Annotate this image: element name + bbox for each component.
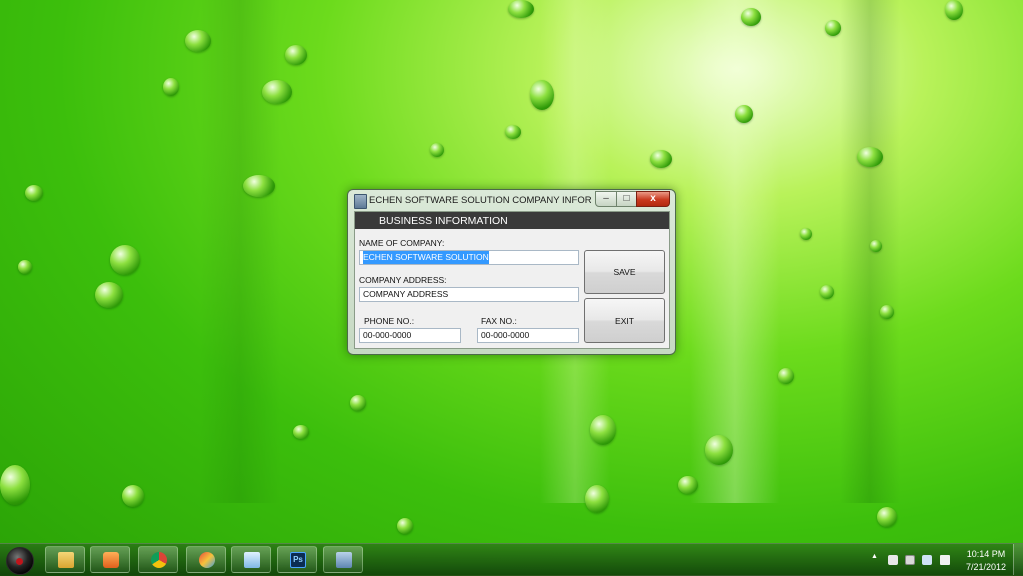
company-info-window[interactable]: ECHEN SOFTWARE SOLUTION COMPANY INFORMAT… <box>347 189 676 355</box>
phone-value: 00-000-0000 <box>363 330 412 340</box>
maximize-icon: □ <box>623 193 630 204</box>
taskbar-item-notepad[interactable] <box>231 546 271 573</box>
phone-label: PHONE NO.: <box>364 316 415 326</box>
water-drop <box>705 435 733 465</box>
water-drop <box>945 0 963 20</box>
water-drop <box>650 150 672 168</box>
company-name-label: NAME OF COMPANY: <box>359 238 445 248</box>
database-app-icon <box>336 552 352 568</box>
company-address-input[interactable]: COMPANY ADDRESS <box>359 287 579 302</box>
chrome-icon <box>151 552 167 568</box>
fax-value: 00-000-0000 <box>481 330 530 340</box>
water-drop <box>185 30 211 52</box>
water-drop <box>350 395 366 411</box>
form-header-title: BUSINESS INFORMATION <box>379 215 508 227</box>
minimize-button[interactable]: – <box>595 191 617 207</box>
water-drop <box>397 518 413 534</box>
show-hidden-icons-button[interactable]: ▲ <box>871 553 878 560</box>
water-drop <box>870 240 882 252</box>
media-player-icon <box>103 552 119 568</box>
company-name-value: ECHEN SOFTWARE SOLUTION <box>363 251 489 264</box>
water-drop <box>508 0 534 18</box>
water-drop <box>25 185 43 201</box>
water-drop <box>163 78 179 96</box>
water-drop <box>262 80 292 104</box>
fax-input[interactable]: 00-000-0000 <box>477 328 579 343</box>
form-panel: BUSINESS INFORMATION NAME OF COMPANY: EC… <box>354 211 670 349</box>
water-drop <box>825 20 841 36</box>
water-drop <box>590 415 616 445</box>
water-drop <box>585 485 609 513</box>
water-drop <box>430 143 444 157</box>
water-drop <box>293 425 309 439</box>
water-drop <box>857 147 883 167</box>
taskbar-item-photoshop[interactable]: Ps <box>277 546 317 573</box>
water-drop <box>122 485 144 507</box>
show-desktop-button[interactable] <box>1013 544 1023 575</box>
window-titlebar[interactable]: ECHEN SOFTWARE SOLUTION COMPANY INFORMAT… <box>348 190 675 211</box>
water-drop <box>877 507 897 527</box>
water-drop <box>110 245 140 275</box>
water-drop <box>735 105 753 123</box>
water-drop <box>820 285 834 299</box>
taskbar: Ps <box>0 543 1023 576</box>
light-ray <box>200 0 280 503</box>
action-center-icon[interactable] <box>888 555 898 565</box>
water-drop <box>800 228 812 240</box>
light-ray <box>690 0 780 503</box>
clock-date[interactable]: 7/21/2012 <box>963 562 1009 572</box>
power-icon[interactable] <box>905 555 915 565</box>
exit-button[interactable]: EXIT <box>584 298 665 343</box>
water-drop <box>741 8 761 26</box>
company-name-input[interactable]: ECHEN SOFTWARE SOLUTION <box>359 250 579 265</box>
minimize-icon: – <box>603 193 609 204</box>
window-title: ECHEN SOFTWARE SOLUTION COMPANY INFORMAT… <box>369 195 591 206</box>
photoshop-icon-label: Ps <box>293 555 303 564</box>
phone-input[interactable]: 00-000-0000 <box>359 328 461 343</box>
close-button[interactable]: x <box>636 191 670 207</box>
save-button[interactable]: SAVE <box>584 250 665 294</box>
volume-icon[interactable] <box>940 555 950 565</box>
photoshop-icon: Ps <box>290 552 306 568</box>
water-drop <box>505 125 521 139</box>
company-address-label: COMPANY ADDRESS: <box>359 275 447 285</box>
network-icon[interactable] <box>922 555 932 565</box>
water-drop <box>285 45 307 65</box>
water-drop <box>880 305 894 319</box>
taskbar-item-database-app[interactable] <box>323 546 363 573</box>
fax-label: FAX NO.: <box>481 316 517 326</box>
tray-arrow-icon: ▲ <box>871 553 878 560</box>
water-drop <box>0 465 30 505</box>
taskbar-item-explorer[interactable] <box>45 546 85 573</box>
water-drop <box>530 80 554 110</box>
maximize-button[interactable]: □ <box>616 191 637 207</box>
start-button[interactable] <box>6 547 34 575</box>
paint-app-icon <box>199 552 215 568</box>
water-drop <box>678 476 698 494</box>
taskbar-item-chrome[interactable] <box>138 546 178 573</box>
folder-icon <box>58 552 74 568</box>
water-drop <box>778 368 794 384</box>
taskbar-item-paint[interactable] <box>186 546 226 573</box>
app-icon <box>354 194 367 209</box>
water-drop <box>95 282 123 308</box>
notepad-icon <box>244 552 260 568</box>
close-icon: x <box>650 193 656 204</box>
light-ray <box>840 0 900 503</box>
exit-button-label: EXIT <box>615 315 634 326</box>
form-header-banner: BUSINESS INFORMATION <box>355 212 669 229</box>
clock-time[interactable]: 10:14 PM <box>963 549 1009 559</box>
company-address-value: COMPANY ADDRESS <box>363 289 449 299</box>
save-button-label: SAVE <box>613 267 636 277</box>
taskbar-item-media-player[interactable] <box>90 546 130 573</box>
water-drop <box>243 175 275 197</box>
water-drop <box>18 260 32 274</box>
